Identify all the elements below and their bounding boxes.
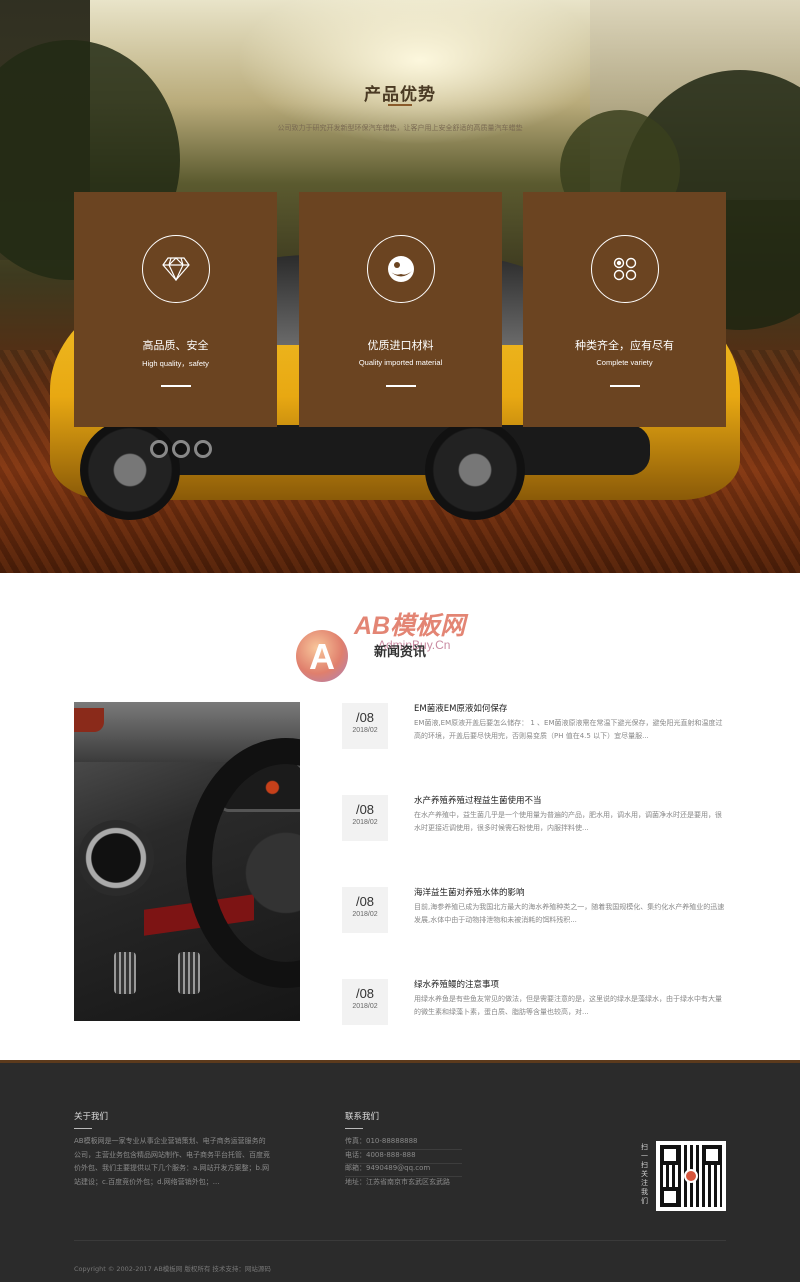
footer-divider <box>74 1240 726 1241</box>
news-day: /08 <box>355 986 375 1001</box>
title-divider <box>388 104 412 106</box>
news-item[interactable]: /08 2018/02 绿水养殖鳗的注意事项 用绿水养鱼是有些鱼友常见的做法，但… <box>342 979 727 1049</box>
news-photo[interactable] <box>74 702 300 1021</box>
news-heading: 新闻资讯 <box>373 645 426 660</box>
car-exhaust <box>150 440 168 458</box>
news-item[interactable]: /08 2018/02 海洋益生菌对养殖水体的影响 目前,海参养殖已成为我国北方… <box>342 887 727 957</box>
card-title: 优质进口材料 <box>367 339 434 352</box>
advantages-section: 产品优势 公司致力于研究开发新型环保汽车蜡垫，让客户用上安全舒适的高质量汽车蜡垫… <box>0 0 800 573</box>
news-date: /08 2018/02 <box>342 795 388 841</box>
pedal <box>178 952 200 994</box>
card-divider <box>385 385 416 387</box>
card-subtitle: Quality imported material <box>358 358 443 367</box>
card-title: 种类齐全，应有尽有 <box>575 339 674 352</box>
advantages-title: 产品优势 <box>364 85 436 105</box>
diamond-icon <box>141 235 210 303</box>
advantages-subtitle: 公司致力于研究开发新型环保汽车蜡垫，让客户用上安全舒适的高质量汽车蜡垫 <box>277 124 523 132</box>
contact-title: 联系我们 <box>345 1112 380 1122</box>
contact-email[interactable]: 邮箱：9490489@qq.com <box>345 1163 430 1173</box>
news-title-link[interactable]: EM菌液EM原液如何保存 <box>414 702 507 714</box>
car-exhaust <box>172 440 190 458</box>
news-title-link[interactable]: 海洋益生菌对养殖水体的影响 <box>414 886 525 898</box>
about-divider <box>74 1128 92 1129</box>
card-subtitle: High quality，safety <box>142 359 209 368</box>
news-day: /08 <box>355 802 375 817</box>
air-vent <box>78 820 154 896</box>
news-title-link[interactable]: 绿水养殖鳗的注意事项 <box>414 978 499 990</box>
qr-code[interactable] <box>656 1141 726 1211</box>
news-summary: EM菌液,EM原液开盖后要怎么储存： 1 、EM菌液原液需在常温下避光保存，避免… <box>414 719 723 740</box>
news-date: /08 2018/02 <box>342 979 388 1025</box>
qr-pattern <box>660 1145 722 1207</box>
red-accent <box>74 708 104 732</box>
card-divider <box>160 385 191 387</box>
news-year-month: 2018/02 <box>352 911 378 918</box>
about-text: AB模板网是一家专业从事企业营销策划、电子商务运营服务的公司，主营业务包含精品网… <box>74 1137 270 1186</box>
pedal <box>114 952 136 994</box>
card-title: 高品质、安全 <box>142 339 209 352</box>
news-summary: 在水产养殖中，益生菌几乎是一个使用量为普遍的产品，肥水用，调水用，调菌净水时还是… <box>414 811 722 832</box>
card-subtitle: Complete variety <box>596 358 653 367</box>
qr-label: 扫一扫关注我们 <box>641 1143 648 1205</box>
news-year-month: 2018/02 <box>352 819 378 826</box>
steering-wheel <box>186 738 300 988</box>
contact-address: 地址：江苏省南京市玄武区玄武路 <box>345 1178 450 1186</box>
news-year-month: 2018/02 <box>352 1003 378 1010</box>
grid-icon <box>590 235 659 303</box>
news-summary: 目前,海参养殖已成为我国北方最大的海水养殖种类之一，随着我国规模化、集约化水产养… <box>414 903 725 924</box>
sphere-icon <box>366 235 435 303</box>
news-title-link[interactable]: 水产养殖养殖过程益生菌使用不当 <box>414 794 542 806</box>
news-item[interactable]: /08 2018/02 EM菌液EM原液如何保存 EM菌液,EM原液开盖后要怎么… <box>342 703 727 773</box>
copyright: Copyright © 2002-2017 AB模板网 版权所有 技术支持：网站… <box>74 1265 271 1273</box>
news-summary: 用绿水养鱼是有些鱼友常见的做法，但是需要注意的是，这里说的绿水是藻绿水，由于绿水… <box>414 995 722 1016</box>
contact-divider <box>345 1128 363 1129</box>
advantage-card-material[interactable]: 优质进口材料 Quality imported material <box>299 192 502 427</box>
contact-fax: 传真：010-88888888 <box>345 1137 418 1145</box>
contact-phone: 电话：4008-888-888 <box>345 1151 416 1159</box>
card-divider <box>609 385 640 387</box>
advantage-card-quality[interactable]: 高品质、安全 High quality，safety <box>74 192 277 427</box>
car-wheel <box>425 420 525 520</box>
advantage-card-variety[interactable]: 种类齐全，应有尽有 Complete variety <box>523 192 726 427</box>
qr-logo-icon <box>684 1169 698 1183</box>
news-day: /08 <box>355 894 375 909</box>
watermark-text: AB模板网 <box>354 612 466 640</box>
car-exhaust <box>194 440 212 458</box>
about-title: 关于我们 <box>74 1112 109 1122</box>
car-wheel <box>80 420 180 520</box>
news-day: /08 <box>355 710 375 725</box>
news-date: /08 2018/02 <box>342 703 388 749</box>
news-date: /08 2018/02 <box>342 887 388 933</box>
news-year-month: 2018/02 <box>352 727 378 734</box>
news-item[interactable]: /08 2018/02 水产养殖养殖过程益生菌使用不当 在水产养殖中，益生菌几乎… <box>342 795 727 865</box>
